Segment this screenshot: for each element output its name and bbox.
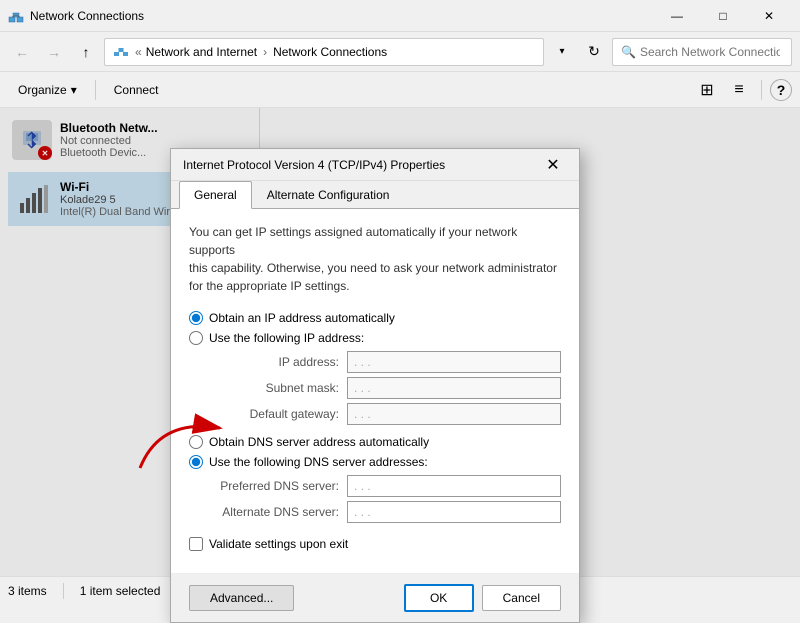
dialog-description: You can get IP settings assigned automat… <box>189 223 561 295</box>
preferred-dns-input[interactable]: . . . <box>347 475 561 497</box>
dns-fields: Preferred DNS server: . . . Alternate DN… <box>209 475 561 523</box>
dialog-body: You can get IP settings assigned automat… <box>171 209 579 573</box>
search-input[interactable] <box>640 45 780 59</box>
preferred-dns-row: Preferred DNS server: . . . <box>209 475 561 497</box>
dns-auto-label[interactable]: Obtain DNS server address automatically <box>209 435 429 449</box>
minimize-button[interactable]: — <box>654 0 700 32</box>
ip-auto-label[interactable]: Obtain an IP address automatically <box>209 311 395 325</box>
cancel-button[interactable]: Cancel <box>482 585 561 611</box>
default-gateway-label: Default gateway: <box>209 407 339 421</box>
validate-label[interactable]: Validate settings upon exit <box>209 537 348 551</box>
ip-manual-radio-row: Use the following IP address: <box>189 331 561 345</box>
items-count: 3 items <box>8 584 47 598</box>
dialog-titlebar: Internet Protocol Version 4 (TCP/IPv4) P… <box>171 149 579 181</box>
dialog-tabs: General Alternate Configuration <box>171 181 579 209</box>
view-list-button[interactable]: ≡ <box>725 76 753 104</box>
default-gateway-placeholder: . . . <box>354 407 371 421</box>
alternate-dns-row: Alternate DNS server: . . . <box>209 501 561 523</box>
path-arrow: › <box>263 45 267 59</box>
view-icons-button[interactable]: ⊞ <box>693 76 721 104</box>
dialog-footer: Advanced... OK Cancel <box>171 573 579 622</box>
path-separator-1: « <box>135 45 142 59</box>
dns-manual-radio[interactable] <box>189 455 203 469</box>
dns-auto-radio-row: Obtain DNS server address automatically <box>189 435 561 449</box>
maximize-button[interactable]: □ <box>700 0 746 32</box>
preferred-dns-placeholder: . . . <box>354 479 371 493</box>
ip-address-row: IP address: . . . <box>209 351 561 373</box>
ip-address-label: IP address: <box>209 355 339 369</box>
up-button[interactable]: ↑ <box>72 38 100 66</box>
dialog-title: Internet Protocol Version 4 (TCP/IPv4) P… <box>183 158 539 172</box>
window-title: Network Connections <box>30 9 654 23</box>
search-icon: 🔍 <box>621 45 636 59</box>
organize-button[interactable]: Organize ▾ <box>8 76 87 104</box>
toolbar-right: ⊞ ≡ ? <box>693 76 792 104</box>
subnet-mask-input[interactable]: . . . <box>347 377 561 399</box>
dns-section: Obtain DNS server address automatically … <box>189 435 561 523</box>
tab-general[interactable]: General <box>179 181 252 209</box>
ip-auto-radio-row: Obtain an IP address automatically <box>189 311 561 325</box>
alternate-dns-input[interactable]: . . . <box>347 501 561 523</box>
ip-fields: IP address: . . . Subnet mask: . . . Def… <box>209 351 561 425</box>
dialog-overlay: Internet Protocol Version 4 (TCP/IPv4) P… <box>0 108 800 576</box>
alternate-dns-label: Alternate DNS server: <box>209 505 339 519</box>
preferred-dns-label: Preferred DNS server: <box>209 479 339 493</box>
toolbar-separator-2 <box>761 80 762 100</box>
subnet-mask-placeholder: . . . <box>354 381 371 395</box>
address-path[interactable]: « Network and Internet › Network Connect… <box>104 38 544 66</box>
toolbar: Organize ▾ Connect ⊞ ≡ ? <box>0 72 800 108</box>
search-box[interactable]: 🔍 <box>612 38 792 66</box>
organize-label: Organize <box>18 83 67 97</box>
tab-alternate-config[interactable]: Alternate Configuration <box>252 181 405 209</box>
organize-arrow: ▾ <box>71 83 77 97</box>
path-leaf: Network Connections <box>273 45 387 59</box>
ip-address-input[interactable]: . . . <box>347 351 561 373</box>
network-connections-icon <box>8 8 24 24</box>
path-dropdown-button[interactable]: ▾ <box>548 38 576 66</box>
ip-manual-radio[interactable] <box>189 331 203 345</box>
alternate-dns-placeholder: . . . <box>354 505 371 519</box>
refresh-button[interactable]: ↻ <box>580 38 608 66</box>
validate-row: Validate settings upon exit <box>189 537 561 551</box>
selected-count: 1 item selected <box>80 584 161 598</box>
ip-manual-label[interactable]: Use the following IP address: <box>209 331 364 345</box>
dns-auto-radio[interactable] <box>189 435 203 449</box>
connect-label: Connect <box>114 83 159 97</box>
help-button[interactable]: ? <box>770 79 792 101</box>
dns-manual-label[interactable]: Use the following DNS server addresses: <box>209 455 428 469</box>
default-gateway-input[interactable]: . . . <box>347 403 561 425</box>
statusbar-separator <box>63 583 64 599</box>
forward-button[interactable]: → <box>40 38 68 66</box>
path-root: Network and Internet <box>146 45 257 59</box>
advanced-button[interactable]: Advanced... <box>189 585 294 611</box>
ip-auto-radio[interactable] <box>189 311 203 325</box>
main-content: ✕ Bluetooth Netw... Not connected Blueto… <box>0 108 800 576</box>
dialog-close-button[interactable]: ✕ <box>539 151 567 179</box>
addressbar: ← → ↑ « Network and Internet › Network C… <box>0 32 800 72</box>
ip-address-placeholder: . . . <box>354 355 371 369</box>
toolbar-separator-1 <box>95 80 96 100</box>
validate-checkbox[interactable] <box>189 537 203 551</box>
close-button[interactable]: ✕ <box>746 0 792 32</box>
subnet-mask-row: Subnet mask: . . . <box>209 377 561 399</box>
titlebar: Network Connections — □ ✕ <box>0 0 800 32</box>
back-button[interactable]: ← <box>8 38 36 66</box>
tcp-ipv4-dialog: Internet Protocol Version 4 (TCP/IPv4) P… <box>170 148 580 623</box>
ok-button[interactable]: OK <box>404 584 474 612</box>
network-path-icon <box>113 44 129 60</box>
dns-manual-radio-row: Use the following DNS server addresses: <box>189 455 561 469</box>
default-gateway-row: Default gateway: . . . <box>209 403 561 425</box>
dialog-footer-left: Advanced... <box>189 585 396 611</box>
subnet-mask-label: Subnet mask: <box>209 381 339 395</box>
window-controls: — □ ✕ <box>654 0 792 32</box>
connect-button[interactable]: Connect <box>104 76 169 104</box>
